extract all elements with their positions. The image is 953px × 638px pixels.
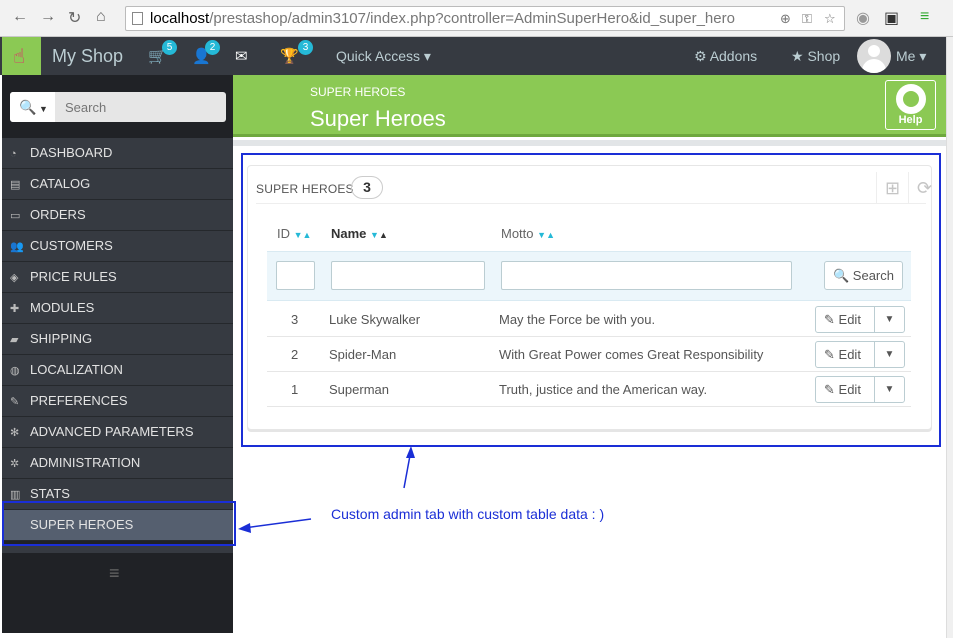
trophy-icon[interactable]: 🏆 — [280, 47, 299, 65]
search-icon: 🔍 — [19, 99, 37, 115]
sidebar-item-label: DASHBOARD — [30, 145, 113, 160]
sidebar-item-catalog[interactable]: ▤ CATALOG — [2, 169, 233, 200]
menu-icon[interactable]: ≡ — [920, 8, 929, 26]
url-host: localhost — [150, 10, 210, 27]
puzzle-icon: ✚ — [10, 303, 20, 315]
credit-card-icon: ▭ — [10, 210, 21, 222]
annotation-text: Custom admin tab with custom table data … — [331, 506, 605, 522]
star-icon: ★ — [791, 48, 804, 64]
shop-link[interactable]: ★ Shop — [791, 48, 840, 65]
sidebar-item-label: CUSTOMERS — [30, 238, 113, 253]
customers-badge: 2 — [205, 40, 220, 55]
orders-badge: 5 — [162, 40, 177, 55]
address-bar[interactable]: localhost/prestashop/admin3107/index.php… — [125, 6, 845, 31]
tags-icon: ◈ — [10, 272, 19, 284]
sidebar-item-preferences[interactable]: ✎ PREFERENCES — [2, 386, 233, 417]
sidebar-item-label: LOCALIZATION — [30, 362, 123, 377]
help-button[interactable]: Help — [885, 80, 936, 130]
me-menu[interactable]: Me ▾ — [896, 48, 926, 65]
envelope-icon[interactable]: ✉ — [235, 47, 248, 65]
hand-pointer-icon: ☝ — [13, 46, 26, 68]
logo[interactable]: ☝ — [2, 37, 41, 75]
sidebar-item-label: MODULES — [30, 300, 95, 315]
admin-header: ☝ My Shop 🛒 5 👤 2 ✉ 🏆 3 Quick Access ▾ ⚙… — [0, 37, 946, 75]
page-icon — [132, 12, 143, 25]
sidebar-item-label: STATS — [30, 486, 70, 501]
sidebar-item-label: PREFERENCES — [30, 393, 128, 408]
annotation-box-tab — [2, 501, 236, 546]
back-arrow-icon[interactable]: ← — [12, 8, 28, 26]
dashboard-icon: ◔ — [10, 148, 17, 160]
globe-icon: ◍ — [10, 365, 20, 377]
sidebar-item-label: ADMINISTRATION — [30, 455, 141, 470]
sidebar-item-label: SHIPPING — [30, 331, 93, 346]
sidebar-item-dashboard[interactable]: ◔ DASHBOARD — [2, 138, 233, 169]
sidebar-item-label: ORDERS — [30, 207, 86, 222]
page-header: SUPER HEROES Super Heroes Help — [233, 75, 946, 137]
search-type-button[interactable]: 🔍 ▼ — [10, 92, 55, 122]
sidebar-item-localization[interactable]: ◍ LOCALIZATION — [2, 355, 233, 386]
zoom-icon[interactable]: ⊕ — [780, 7, 791, 30]
extension-icon[interactable]: ◉ — [856, 8, 870, 28]
page-title: Super Heroes — [310, 106, 446, 131]
key-icon[interactable]: ⚿ — [802, 7, 812, 30]
star-icon[interactable]: ☆ — [824, 7, 836, 30]
briefcase-icon[interactable]: ▣ — [884, 8, 899, 28]
search-input[interactable] — [55, 92, 226, 122]
content-top-band — [233, 140, 946, 146]
sidebar-item-orders[interactable]: ▭ ORDERS — [2, 200, 233, 231]
sidebar-item-label: PRICE RULES — [30, 269, 117, 284]
sidebar-item-customers[interactable]: 👥 CUSTOMERS — [2, 231, 233, 262]
quick-access-menu[interactable]: Quick Access ▾ — [336, 48, 431, 65]
sidebar-item-advanced-parameters[interactable]: ✻ ADVANCED PARAMETERS — [2, 417, 233, 448]
sidebar-item-label: ADVANCED PARAMETERS — [30, 424, 194, 439]
home-icon[interactable]: ⌂ — [96, 8, 106, 26]
reload-icon[interactable]: ↻ — [68, 8, 81, 28]
quick-access-label: Quick Access — [336, 48, 421, 64]
url-path: /prestashop/admin3107/index.php?controll… — [209, 10, 735, 27]
breadcrumb[interactable]: SUPER HEROES — [310, 85, 405, 99]
sidebar-item-label: CATALOG — [30, 176, 91, 191]
sidebar-item-shipping[interactable]: ▰ SHIPPING — [2, 324, 233, 355]
sidebar-item-price-rules[interactable]: ◈ PRICE RULES — [2, 262, 233, 293]
book-icon: ▤ — [10, 179, 21, 191]
users-icon: 👥 — [10, 241, 24, 253]
avatar[interactable] — [857, 39, 891, 73]
forward-arrow-icon[interactable]: → — [40, 8, 56, 26]
sidebar-menu: ◔ DASHBOARD ▤ CATALOG ▭ ORDERS 👥 CUSTOMERS ◈ PRIC… — [2, 138, 233, 541]
chevron-down-icon: ▼ — [36, 104, 48, 114]
sidebar: 🔍 ▼ ◔ DASHBOARD ▤ CATALOG ▭ ORDERS 👥 CUSTOMERS ◈… — [2, 75, 233, 633]
wrench-icon: ✎ — [10, 396, 20, 408]
annotation-box-table — [241, 153, 941, 447]
scrollbar[interactable] — [946, 37, 953, 638]
addons-link[interactable]: ⚙ Addons — [694, 48, 757, 65]
lifebuoy-icon — [896, 84, 926, 114]
sidebar-item-modules[interactable]: ✚ MODULES — [2, 293, 233, 324]
menu-bottom-divider — [2, 545, 233, 553]
cog-icon: ✲ — [10, 458, 20, 470]
truck-icon: ▰ — [10, 334, 19, 346]
collapse-menu-icon[interactable]: ≡ — [109, 563, 120, 584]
sidebar-item-administration[interactable]: ✲ ADMINISTRATION — [2, 448, 233, 479]
me-label: Me — [896, 48, 916, 64]
shop-label: Shop — [807, 48, 841, 64]
addons-label: Addons — [709, 48, 758, 64]
browser-chrome: ← → ↻ ⌂ localhost/prestashop/admin3107/i… — [0, 0, 953, 37]
sidebar-search: 🔍 ▼ — [10, 92, 226, 122]
shop-name[interactable]: My Shop — [52, 46, 123, 67]
help-label: Help — [898, 114, 923, 126]
trophy-badge: 3 — [298, 40, 313, 55]
puzzle-icon: ⚙ — [694, 48, 707, 64]
cogs-icon: ✻ — [10, 427, 20, 439]
